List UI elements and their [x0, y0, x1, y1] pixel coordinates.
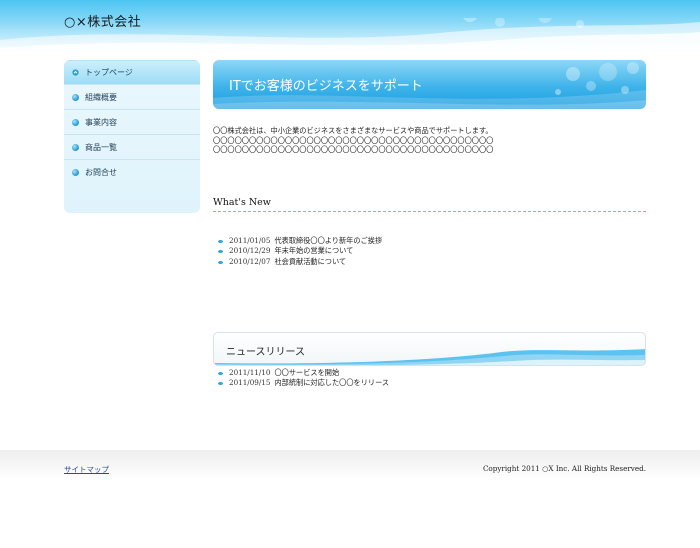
news-text: 内部統制に対応した〇〇をリリース: [274, 378, 390, 388]
sidebar-item-business[interactable]: 事業内容: [64, 110, 200, 135]
sidebar-item-label: 事業内容: [85, 117, 117, 127]
news-date: 2010/12/07: [229, 256, 271, 266]
bullet-icon: [218, 382, 223, 386]
list-item[interactable]: 2011/09/15 内部統制に対応した〇〇をリリース: [218, 378, 638, 388]
sidebar-item-contact[interactable]: お問合せ: [64, 160, 200, 185]
sidebar-item-label: 商品一覧: [85, 142, 117, 152]
news-release-header: ニュースリリース: [213, 332, 646, 366]
bullet-icon: [72, 93, 79, 101]
list-item[interactable]: 2011/11/10 〇〇サービスを開始: [218, 368, 638, 378]
list-item[interactable]: 2011/01/05 代表取締役〇〇より新年のご挨拶: [218, 236, 638, 246]
sidebar-item-top[interactable]: トップページ: [64, 60, 200, 85]
site-footer: サイトマップ Copyright 2011 ○X Inc. All Rights…: [0, 450, 700, 480]
bullet-icon: [72, 143, 79, 151]
intro-line: 〇〇〇〇〇〇〇〇〇〇〇〇〇〇〇〇〇〇〇〇〇〇〇〇〇〇〇〇〇〇〇〇〇〇〇〇〇〇〇: [213, 135, 494, 145]
bullet-icon: [218, 260, 223, 264]
hero-banner: ITでお客様のビジネスをサポート: [213, 60, 646, 109]
bullet-icon: [218, 371, 223, 375]
sidebar-item-company-profile[interactable]: 組織概要: [64, 85, 200, 110]
news-text: 代表取締役〇〇より新年のご挨拶: [274, 236, 383, 245]
intro-line: 〇〇〇〇〇〇〇〇〇〇〇〇〇〇〇〇〇〇〇〇〇〇〇〇〇〇〇〇〇〇〇〇〇〇〇〇〇〇〇: [213, 145, 494, 155]
list-item[interactable]: 2010/12/29 年末年始の営業について: [218, 246, 638, 256]
bullet-icon: [218, 250, 223, 254]
sidebar-item-label: 組織概要: [85, 92, 117, 102]
copyright-text: Copyright 2011 ○X Inc. All Rights Reserv…: [482, 464, 646, 473]
news-text: 〇〇サービスを開始: [274, 368, 340, 377]
bullet-icon: [218, 239, 223, 243]
news-release-heading: ニュースリリース: [226, 347, 305, 358]
list-item[interactable]: 2010/12/07 社会貢献活動について: [218, 257, 638, 267]
bullet-icon: [72, 118, 79, 126]
banner-title: ITでお客様のビジネスをサポート: [229, 79, 423, 94]
bullet-icon: [72, 169, 79, 176]
news-release-list: 2011/11/10 〇〇サービスを開始 2011/09/15 内部統制に対応し…: [218, 368, 638, 389]
news-date: 2011/01/05: [229, 236, 271, 245]
sitemap-link[interactable]: サイトマップ: [64, 464, 109, 475]
news-date: 2011/11/10: [229, 368, 271, 377]
sidebar-item-label: トップページ: [85, 68, 133, 77]
sidebar-item-label: お問合せ: [85, 168, 117, 177]
news-text: 年末年始の営業について: [274, 246, 354, 256]
news-date: 2011/09/15: [229, 378, 271, 388]
sidebar-item-products[interactable]: 商品一覧: [64, 135, 200, 160]
intro-line: 〇〇株式会社は、中小企業のビジネスをさまざまなサービスや商品でサポートします。: [213, 126, 493, 135]
chevron-up-icon: [72, 69, 79, 76]
news-date: 2010/12/29: [229, 246, 271, 256]
news-text: 社会貢献活動について: [274, 256, 347, 266]
site-header: ○×株式会社: [0, 0, 700, 56]
whats-new-list: 2011/01/05 代表取締役〇〇より新年のご挨拶 2010/12/29 年末…: [218, 236, 638, 267]
whats-new-heading: What's New: [213, 197, 646, 212]
site-title[interactable]: ○×株式会社: [64, 11, 141, 30]
intro-text: 〇〇株式会社は、中小企業のビジネスをさまざまなサービスや商品でサポートします。 …: [213, 126, 646, 155]
sidebar-nav: トップページ 組織概要 事業内容 商品一覧 お問合せ: [64, 60, 200, 213]
